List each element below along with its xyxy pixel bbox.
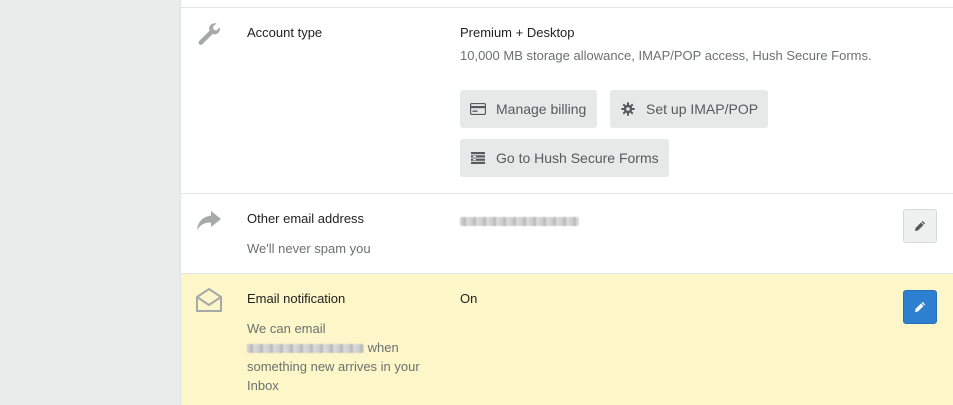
pencil-icon — [915, 301, 926, 312]
wrench-icon — [195, 20, 223, 48]
envelope-open-icon — [195, 286, 223, 314]
other-email-label: Other email address — [247, 211, 365, 226]
other-email-row: Other email address We'll never spam you — [181, 194, 953, 274]
edit-notification-button[interactable] — [903, 290, 937, 324]
manage-billing-label: Manage billing — [496, 101, 587, 117]
account-type-value: Premium + Desktop — [460, 25, 575, 40]
secure-forms-button[interactable]: Go to Hush Secure Forms — [460, 139, 669, 177]
setup-imap-pop-label: Set up IMAP/POP — [646, 101, 759, 117]
edit-other-email-button[interactable] — [903, 209, 937, 243]
form-list-icon — [470, 150, 486, 166]
other-email-sublabel: We'll never spam you — [247, 241, 371, 256]
pencil-icon — [915, 220, 926, 231]
manage-billing-button[interactable]: Manage billing — [460, 90, 597, 128]
account-type-label: Account type — [247, 25, 323, 40]
account-type-row: Account type Premium + Desktop 10,000 MB… — [181, 8, 953, 194]
redacted-email — [247, 344, 364, 354]
secure-forms-label: Go to Hush Secure Forms — [496, 150, 659, 166]
credit-card-icon — [470, 101, 486, 117]
email-notification-value: On — [460, 291, 478, 306]
email-notification-row: Email notification On We can email when … — [181, 274, 953, 405]
account-type-description: 10,000 MB storage allowance, IMAP/POP ac… — [460, 48, 872, 63]
email-notification-sublabel: We can email when something new arrives … — [247, 319, 432, 395]
email-notification-label: Email notification — [247, 291, 346, 306]
share-arrow-icon — [195, 206, 223, 234]
setup-imap-pop-button[interactable]: Set up IMAP/POP — [610, 90, 768, 128]
redacted-email-value — [460, 213, 579, 231]
gear-icon — [620, 101, 636, 117]
sublabel-prefix: We can email — [247, 321, 326, 336]
settings-panel: Account type Premium + Desktop 10,000 MB… — [180, 0, 953, 405]
